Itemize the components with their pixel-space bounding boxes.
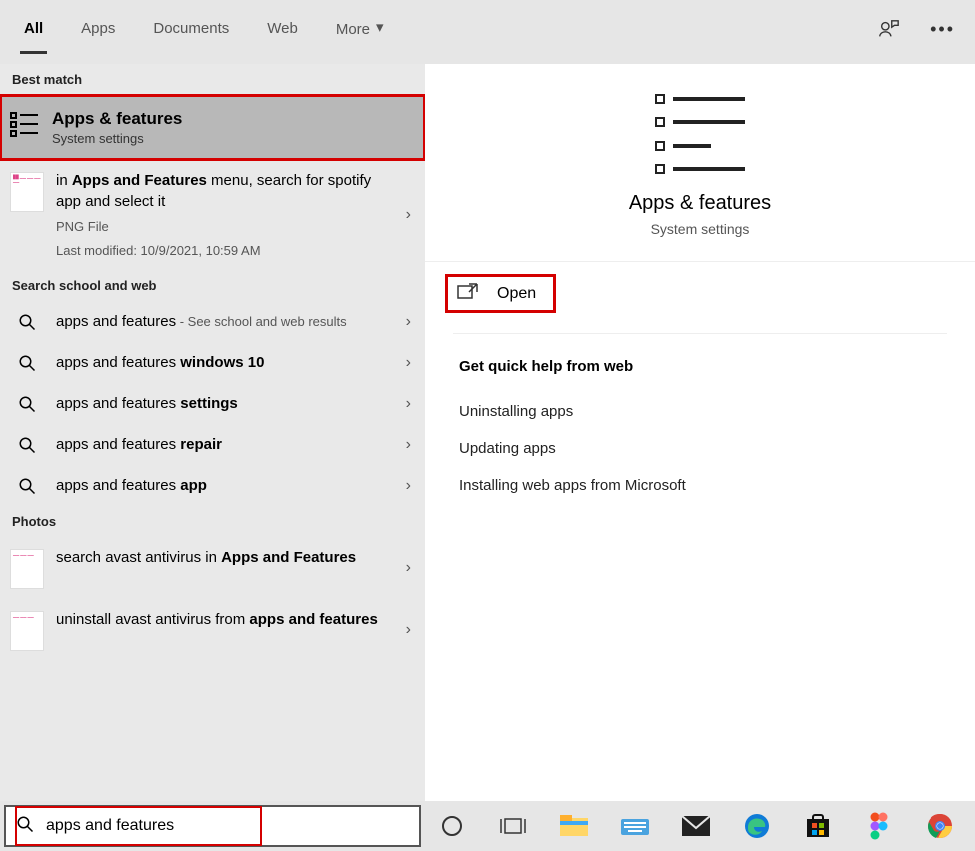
search-icon [16, 815, 34, 838]
chevron-right-icon: › [406, 354, 411, 372]
photo-result-text: search avast antivirus in Apps and Featu… [56, 547, 411, 568]
thumbnail-icon: ▁▁ ▁▁ ▁▁ [10, 611, 44, 651]
web-result[interactable]: apps and features - See school and web r… [0, 301, 425, 342]
figma-icon[interactable] [862, 809, 896, 843]
file-explorer-icon[interactable] [557, 809, 591, 843]
chevron-right-icon: › [406, 395, 411, 413]
tab-documents[interactable]: Documents [149, 20, 233, 51]
file-result[interactable]: ██ ▁▁ ▁▁ ▁▁ ▁▁ in Apps and Features menu… [0, 160, 425, 270]
chrome-icon[interactable] [923, 809, 957, 843]
best-match-title: Apps & features [52, 109, 182, 129]
quick-help-link[interactable]: Installing web apps from Microsoft [459, 467, 941, 504]
search-icon [10, 393, 44, 413]
web-result[interactable]: apps and features windows 10 › [0, 342, 425, 383]
web-result-text: apps and features windows 10 [56, 352, 411, 373]
web-result-text: apps and features app [56, 475, 411, 496]
photo-result[interactable]: ▁▁ ▁▁ ▁▁ search avast antivirus in Apps … [0, 537, 425, 599]
task-view-icon[interactable] [496, 809, 530, 843]
preview-subtitle: System settings [651, 221, 750, 237]
tab-apps[interactable]: Apps [77, 20, 119, 51]
edge-icon[interactable] [740, 809, 774, 843]
apps-features-large-icon [655, 94, 745, 174]
apps-features-icon [10, 111, 40, 144]
open-button[interactable]: Open [447, 276, 554, 311]
search-icon [10, 352, 44, 372]
search-input[interactable] [44, 816, 255, 836]
preview-pane: Apps & features System settings Open Get… [425, 64, 975, 801]
web-result-text: apps and features repair [56, 434, 411, 455]
thumbnail-icon: ▁▁ ▁▁ ▁▁ [10, 549, 44, 589]
file-result-modified: Last modified: 10/9/2021, 10:59 AM [56, 242, 381, 260]
section-school-web: Search school and web [0, 270, 425, 301]
chevron-right-icon: › [406, 559, 411, 577]
web-result[interactable]: apps and features app › [0, 465, 425, 506]
section-best-match: Best match [0, 64, 425, 95]
web-result[interactable]: apps and features settings › [0, 383, 425, 424]
feedback-icon[interactable] [878, 18, 900, 40]
chevron-right-icon: › [406, 436, 411, 454]
web-result-text: apps and features settings [56, 393, 411, 414]
search-icon [10, 434, 44, 454]
keyboard-icon[interactable] [618, 809, 652, 843]
quick-help-link[interactable]: Uninstalling apps [459, 393, 941, 430]
more-options-icon[interactable]: ••• [930, 19, 955, 40]
search-filter-tabs: All Apps Documents Web More▾ ••• [0, 0, 975, 64]
search-icon [10, 311, 44, 331]
web-result-text: apps and features - See school and web r… [56, 311, 411, 332]
chevron-right-icon: › [406, 621, 411, 639]
file-result-type: PNG File [56, 218, 381, 236]
open-icon [457, 282, 479, 305]
tab-more[interactable]: More▾ [332, 20, 388, 52]
photo-result[interactable]: ▁▁ ▁▁ ▁▁ uninstall avast antivirus from … [0, 599, 425, 661]
chevron-right-icon: › [406, 313, 411, 331]
chevron-right-icon: › [406, 206, 411, 224]
open-label: Open [497, 285, 536, 303]
best-match-result[interactable]: Apps & features System settings [0, 95, 425, 160]
taskbar [0, 801, 975, 851]
preview-title: Apps & features [629, 192, 771, 215]
mail-icon[interactable] [679, 809, 713, 843]
photo-result-text: uninstall avast antivirus from apps and … [56, 609, 411, 630]
chevron-right-icon: › [406, 477, 411, 495]
divider [453, 333, 947, 334]
quick-help-heading: Get quick help from web [459, 358, 941, 375]
best-match-subtitle: System settings [52, 131, 182, 146]
caret-down-icon: ▾ [376, 18, 384, 36]
web-result[interactable]: apps and features repair › [0, 424, 425, 465]
tab-all[interactable]: All [20, 20, 47, 54]
search-icon [10, 475, 44, 495]
file-result-title: in Apps and Features menu, search for sp… [56, 170, 381, 212]
cortana-icon[interactable] [435, 809, 469, 843]
search-box[interactable] [4, 805, 421, 847]
tab-web[interactable]: Web [263, 20, 302, 51]
microsoft-store-icon[interactable] [801, 809, 835, 843]
quick-help-link[interactable]: Updating apps [459, 430, 941, 467]
results-pane: Best match Apps & features System settin… [0, 64, 425, 801]
section-photos: Photos [0, 506, 425, 537]
thumbnail-icon: ██ ▁▁ ▁▁ ▁▁ ▁▁ [10, 172, 44, 212]
